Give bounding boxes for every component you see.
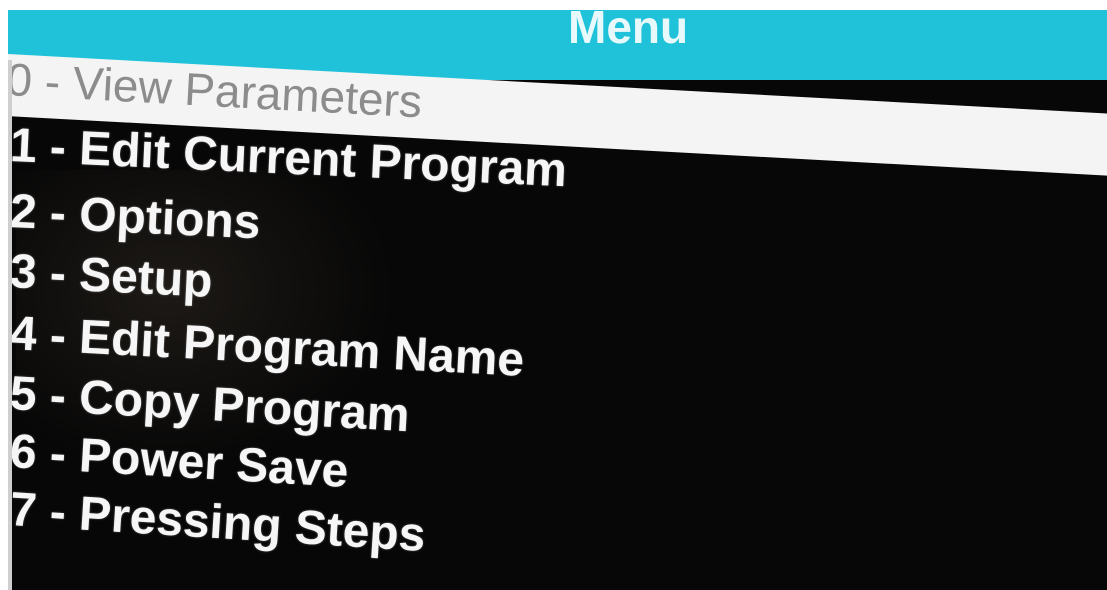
menu-list: 1 - Edit Current Program 2 - Options 3 -… (8, 10, 1107, 590)
device-screen: Menu 0 - View Parameters 1 - Edit Curren… (8, 10, 1107, 590)
menu-item-edit-current-program[interactable]: 1 - Edit Current Program (9, 119, 568, 197)
menu-item-options[interactable]: 2 - Options (9, 185, 262, 249)
menu-item-pressing-steps[interactable]: 7 - Pressing Steps (8, 483, 427, 562)
menu-item-setup[interactable]: 3 - Setup (9, 245, 214, 308)
screen-bezel-edge (8, 60, 12, 590)
